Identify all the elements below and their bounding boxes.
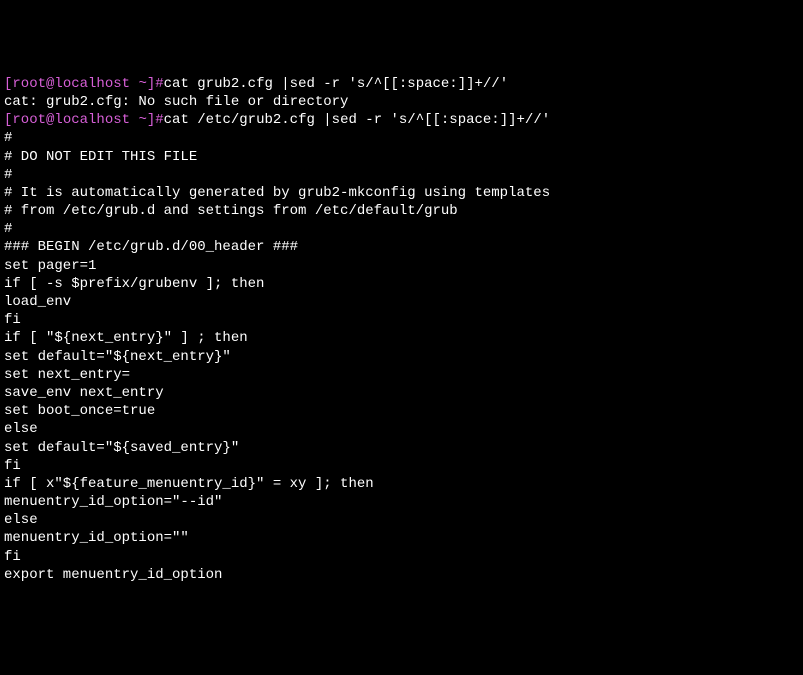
bracket-close: ] (147, 112, 155, 128)
output-line: # It is automatically generated by grub2… (4, 184, 799, 202)
prompt-path: ~ (138, 76, 146, 92)
output-line: # (4, 166, 799, 184)
output-line: fi (4, 311, 799, 329)
output-line: fi (4, 457, 799, 475)
error-output: cat: grub2.cfg: No such file or director… (4, 93, 799, 111)
output-line: if [ x"${feature_menuentry_id}" = xy ]; … (4, 475, 799, 493)
output-line: # from /etc/grub.d and settings from /et… (4, 202, 799, 220)
prompt-symbol: # (155, 76, 163, 92)
output-line: set boot_once=true (4, 402, 799, 420)
terminal-output: [root@localhost ~]#cat grub2.cfg |sed -r… (4, 75, 799, 584)
output-line: export menuentry_id_option (4, 566, 799, 584)
output-line: menuentry_id_option="--id" (4, 493, 799, 511)
command-2: cat /etc/grub2.cfg |sed -r 's/^[[:space:… (164, 112, 550, 128)
output-line: menuentry_id_option="" (4, 529, 799, 547)
prompt-path: ~ (138, 112, 146, 128)
output-line: set pager=1 (4, 257, 799, 275)
output-line: if [ "${next_entry}" ] ; then (4, 329, 799, 347)
output-line: # (4, 220, 799, 238)
output-line: save_env next_entry (4, 384, 799, 402)
prompt-line-1[interactable]: [root@localhost ~]#cat grub2.cfg |sed -r… (4, 75, 799, 93)
output-line: set next_entry= (4, 366, 799, 384)
prompt-symbol: # (155, 112, 163, 128)
output-line: else (4, 420, 799, 438)
output-line: else (4, 511, 799, 529)
command-1: cat grub2.cfg |sed -r 's/^[[:space:]]+//… (164, 76, 508, 92)
output-line: set default="${next_entry}" (4, 348, 799, 366)
output-line: ### BEGIN /etc/grub.d/00_header ### (4, 238, 799, 256)
bracket-close: ] (147, 76, 155, 92)
output-line: # (4, 129, 799, 147)
prompt-user: root@localhost (12, 112, 130, 128)
output-line: fi (4, 548, 799, 566)
output-line: load_env (4, 293, 799, 311)
output-line: set default="${saved_entry}" (4, 439, 799, 457)
prompt-user: root@localhost (12, 76, 130, 92)
output-line: # DO NOT EDIT THIS FILE (4, 148, 799, 166)
prompt-line-2[interactable]: [root@localhost ~]#cat /etc/grub2.cfg |s… (4, 111, 799, 129)
output-line: if [ -s $prefix/grubenv ]; then (4, 275, 799, 293)
